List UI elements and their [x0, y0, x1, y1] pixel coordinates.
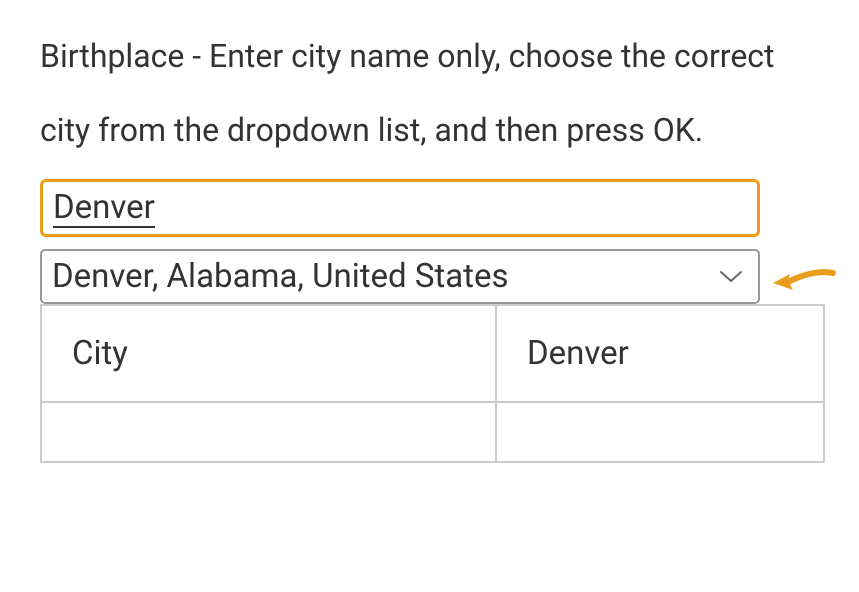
result-table: City Denver: [40, 304, 825, 463]
city-input-wrapper: Denver: [40, 179, 819, 237]
table-cell-value: [496, 402, 824, 462]
arrow-left-icon: [768, 261, 838, 301]
table-row: [41, 402, 824, 462]
city-dropdown-wrapper: Denver, Alabama, United States: [40, 249, 760, 304]
table-row: City Denver: [41, 305, 824, 402]
chevron-down-icon: [719, 270, 743, 284]
table-cell-label: [41, 402, 496, 462]
city-input[interactable]: Denver: [40, 179, 760, 237]
city-dropdown[interactable]: Denver, Alabama, United States: [40, 249, 760, 304]
birthplace-instruction: Birthplace - Enter city name only, choos…: [40, 20, 819, 167]
table-cell-label: City: [41, 305, 496, 402]
table-cell-value: Denver: [496, 305, 824, 402]
city-dropdown-value: Denver, Alabama, United States: [52, 257, 509, 296]
city-input-value: Denver: [53, 190, 155, 228]
